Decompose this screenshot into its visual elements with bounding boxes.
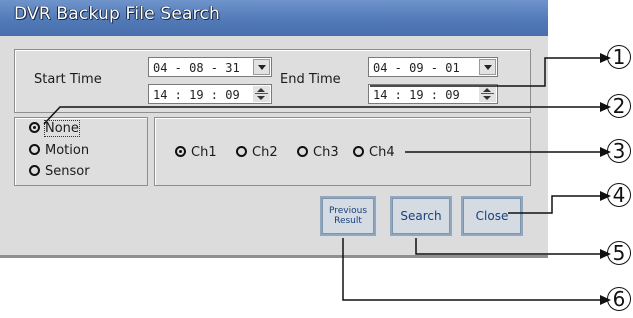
callout-4: 4 bbox=[607, 183, 631, 207]
callout-5: 5 bbox=[607, 241, 631, 265]
end-time-value: 14 : 19 : 09 bbox=[373, 88, 460, 102]
radio-unselected-icon bbox=[297, 146, 308, 157]
channel-label: Ch1 bbox=[191, 145, 217, 160]
mode-label: None bbox=[44, 120, 80, 137]
callout-1: 1 bbox=[607, 45, 631, 69]
chevron-down-icon[interactable] bbox=[253, 59, 270, 75]
mode-label: Sensor bbox=[45, 164, 90, 179]
radio-unselected-icon bbox=[29, 165, 40, 176]
mode-label: Motion bbox=[45, 143, 90, 158]
mode-radio-sensor[interactable]: Sensor bbox=[29, 164, 90, 179]
spinner-arrows-icon[interactable] bbox=[479, 86, 496, 102]
callout-2: 2 bbox=[607, 94, 631, 118]
search-label: Search bbox=[400, 209, 442, 223]
radio-selected-icon bbox=[175, 146, 186, 157]
channel-label: Ch3 bbox=[313, 145, 339, 160]
title-bar[interactable]: DVR Backup File Search bbox=[0, 0, 548, 36]
start-date-dropdown[interactable]: 04 - 08 - 31 bbox=[148, 57, 272, 77]
close-label: Close bbox=[475, 209, 509, 223]
dialog-title: DVR Backup File Search bbox=[14, 4, 221, 24]
chevron-down-icon[interactable] bbox=[479, 59, 496, 75]
channel-radio-ch3[interactable]: Ch3 bbox=[297, 145, 339, 160]
previous-label-line2: Result bbox=[334, 216, 362, 226]
callout-3: 3 bbox=[607, 139, 631, 163]
channel-radio-ch2[interactable]: Ch2 bbox=[236, 145, 278, 160]
radio-unselected-icon bbox=[236, 146, 247, 157]
backup-search-dialog: DVR Backup File Search Start Time 04 - 0… bbox=[0, 0, 548, 258]
callout-6: 6 bbox=[607, 287, 631, 311]
mode-radio-motion[interactable]: Motion bbox=[29, 143, 89, 158]
start-time-label: Start Time bbox=[34, 72, 102, 87]
close-button[interactable]: Close bbox=[460, 195, 524, 237]
radio-unselected-icon bbox=[29, 144, 40, 155]
channel-radio-ch4[interactable]: Ch4 bbox=[353, 145, 395, 160]
previous-result-button[interactable]: Previous Result bbox=[319, 195, 377, 237]
spinner-arrows-icon[interactable] bbox=[253, 86, 270, 102]
radio-unselected-icon bbox=[353, 146, 364, 157]
end-time-spinner[interactable]: 14 : 19 : 09 bbox=[368, 84, 498, 104]
start-time-spinner[interactable]: 14 : 19 : 09 bbox=[148, 84, 272, 104]
search-button[interactable]: Search bbox=[389, 195, 453, 237]
previous-label-line1: Previous bbox=[328, 206, 368, 216]
end-time-label: End Time bbox=[280, 72, 341, 87]
channel-label: Ch2 bbox=[252, 145, 278, 160]
channel-label: Ch4 bbox=[369, 145, 395, 160]
end-date-value: 04 - 09 - 01 bbox=[373, 61, 460, 75]
channel-radio-ch1[interactable]: Ch1 bbox=[175, 145, 217, 160]
start-time-value: 14 : 19 : 09 bbox=[153, 88, 240, 102]
end-date-dropdown[interactable]: 04 - 09 - 01 bbox=[368, 57, 498, 77]
mode-radio-none[interactable]: None bbox=[29, 120, 80, 137]
radio-selected-icon bbox=[29, 122, 40, 133]
start-date-value: 04 - 08 - 31 bbox=[153, 61, 240, 75]
